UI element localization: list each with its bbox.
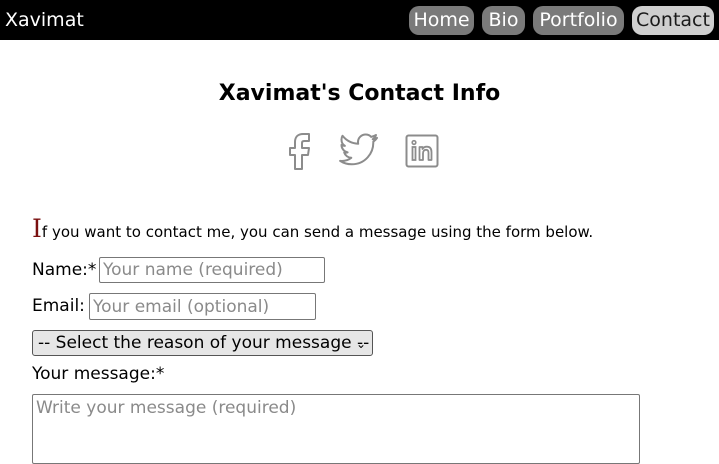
intro-text: If you want to contact me, you can send … <box>32 214 593 247</box>
name-input[interactable] <box>99 257 325 283</box>
top-navbar: Xavimat Home Bio Portfolio Contact <box>0 0 719 40</box>
intro-dropcap: I <box>32 214 42 243</box>
page-title: Xavimat's Contact Info <box>218 81 501 106</box>
reason-select-value: -- Select the reason of your message -- <box>38 333 370 353</box>
message-textarea[interactable] <box>32 394 640 464</box>
nav-portfolio-button[interactable]: Portfolio <box>533 6 624 35</box>
site-brand[interactable]: Xavimat <box>5 8 84 32</box>
linkedin-icon[interactable] <box>405 134 439 168</box>
nav-home-button[interactable]: Home <box>409 6 474 35</box>
message-label: Your message:* <box>32 364 165 384</box>
name-label: Name:* <box>32 260 97 280</box>
email-label: Email: <box>32 296 85 316</box>
nav-contact-button[interactable]: Contact <box>632 6 714 35</box>
twitter-icon[interactable] <box>339 133 379 167</box>
nav-bio-button[interactable]: Bio <box>482 6 525 35</box>
chevron-down-icon: ⌄ <box>355 337 366 351</box>
facebook-icon[interactable] <box>285 132 313 170</box>
email-input[interactable] <box>89 293 316 320</box>
intro-rest: f you want to contact me, you can send a… <box>41 223 594 241</box>
reason-select[interactable]: -- Select the reason of your message -- … <box>32 330 373 356</box>
